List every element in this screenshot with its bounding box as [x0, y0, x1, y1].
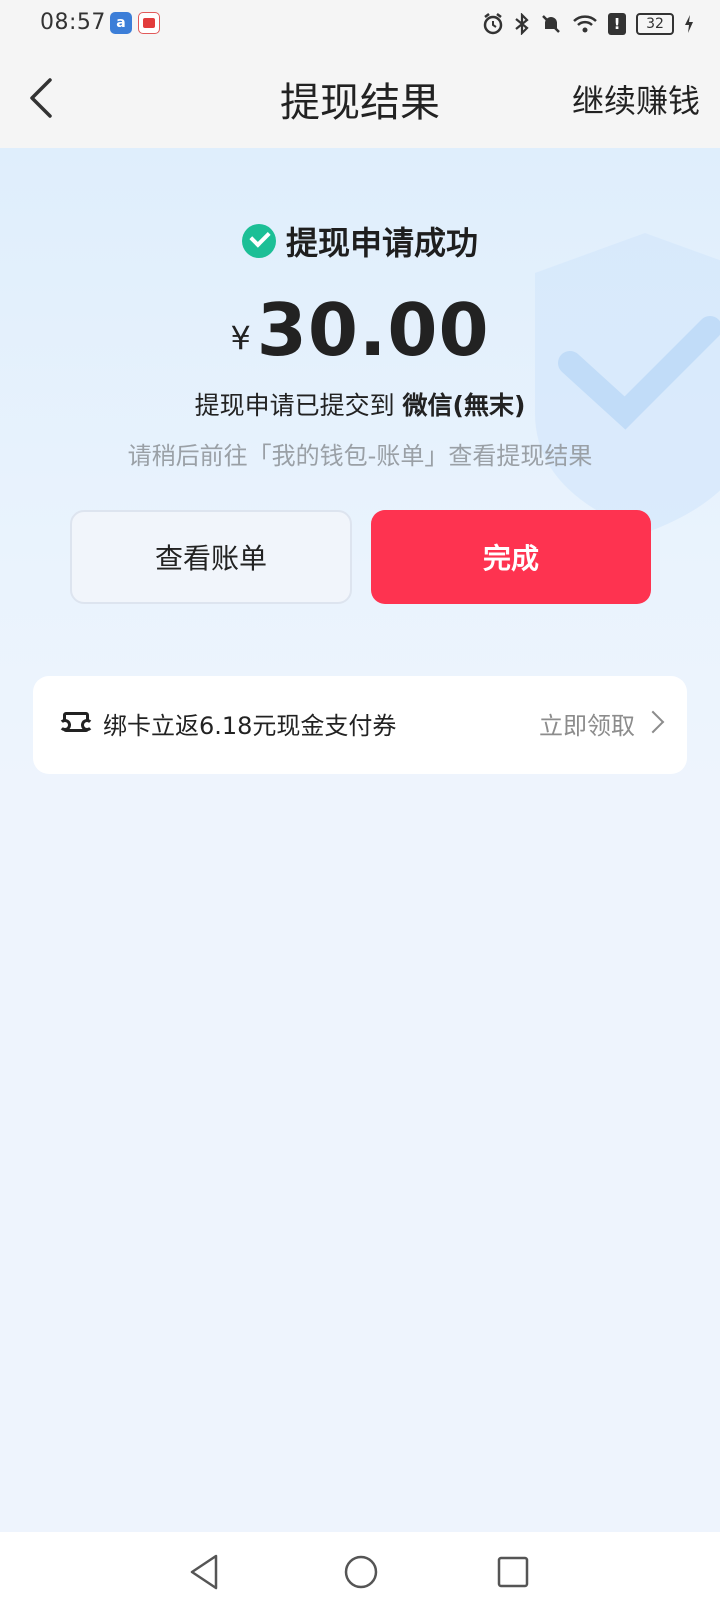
- ticket-icon: [59, 712, 93, 732]
- continue-earning-button[interactable]: 继续赚钱: [572, 76, 700, 122]
- bluetooth-icon: [515, 13, 529, 35]
- system-home-icon[interactable]: [343, 1552, 379, 1592]
- chevron-right-icon: [641, 710, 665, 734]
- destination-account: 微信(無末): [402, 391, 526, 420]
- claim-now-link[interactable]: 立即领取: [539, 706, 635, 741]
- result-title-row: 提现申请成功: [0, 218, 720, 264]
- system-back-icon[interactable]: [188, 1552, 222, 1592]
- status-time: 08:57: [40, 10, 106, 35]
- submitted-message: 提现申请已提交到 微信(無末): [0, 386, 720, 422]
- alarm-icon: [483, 13, 503, 35]
- app-notification-icon: a: [110, 12, 132, 34]
- view-bill-button[interactable]: 查看账单: [70, 510, 352, 604]
- done-button[interactable]: 完成: [371, 510, 651, 604]
- amount-row: ¥30.00: [0, 288, 720, 372]
- shield-watermark-icon: [535, 233, 720, 533]
- currency-symbol: ¥: [230, 319, 251, 357]
- status-bar: 08:57 a ! 32: [0, 0, 720, 48]
- game-notification-icon: [138, 12, 160, 34]
- promo-card[interactable]: 绑卡立返6.18元现金支付券 立即领取: [33, 676, 687, 774]
- withdraw-amount: 30.00: [256, 288, 490, 372]
- charging-icon: [685, 15, 693, 33]
- result-title: 提现申请成功: [285, 224, 478, 262]
- wifi-icon: [573, 15, 597, 33]
- system-recents-icon[interactable]: [496, 1552, 530, 1592]
- alert-icon: !: [608, 13, 626, 35]
- nav-bar: 提现结果 继续赚钱: [0, 48, 720, 148]
- check-circle-icon: [241, 224, 276, 258]
- result-hint: 请稍后前往「我的钱包-账单」查看提现结果: [127, 442, 593, 470]
- status-icons: ! 32: [482, 10, 694, 38]
- system-nav-bar: [0, 1532, 720, 1612]
- promo-text: 绑卡立返6.18元现金支付券: [103, 712, 397, 740]
- submitted-prefix: 提现申请已提交到: [194, 391, 395, 420]
- mute-icon: [542, 15, 560, 33]
- battery-icon: 32: [636, 13, 674, 35]
